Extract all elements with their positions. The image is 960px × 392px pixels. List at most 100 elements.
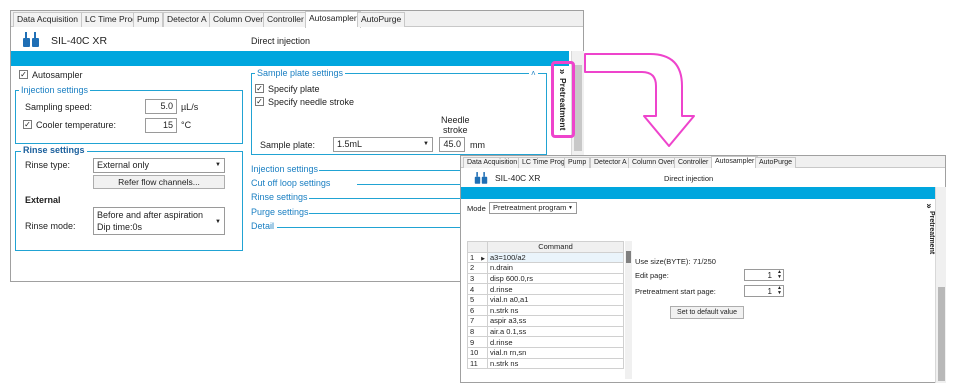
command-cell[interactable]: n.drain xyxy=(487,262,624,274)
section-cut-off-loop-settings[interactable]: Cut off loop settings xyxy=(251,178,330,188)
tab-controller[interactable]: Controller xyxy=(263,12,308,27)
tab-controller[interactable]: Controller xyxy=(674,157,713,168)
row-number: 6 xyxy=(467,304,488,317)
table-row[interactable]: 9 d.rinse xyxy=(467,336,624,348)
command-cell[interactable]: aspir a3,ss xyxy=(487,315,624,327)
cooler-temperature-input[interactable]: 15 xyxy=(145,118,177,133)
mode-field-label: Mode xyxy=(467,204,486,213)
table-row[interactable]: 1 ▶ a3=100/a2 xyxy=(467,251,624,264)
table-row[interactable]: 8 air.a 0.1,ss xyxy=(467,325,624,338)
command-cell[interactable]: d.rinse xyxy=(487,283,624,295)
tab-lc-time-prog[interactable]: LC Time Prog. xyxy=(518,157,571,168)
row-header-corner xyxy=(467,241,488,253)
tab-autopurge[interactable]: AutoPurge xyxy=(755,157,797,168)
command-rows: 1 ▶ a3=100/a2 2 n.drain 3 disp 600.0,rs 4 d.rins… xyxy=(467,251,624,370)
table-row[interactable]: 6 n.strk ns xyxy=(467,304,624,317)
chevron-down-icon: ▼ xyxy=(568,205,573,211)
needle-stroke-input[interactable]: 45.0 xyxy=(439,137,465,152)
tab-data-acquisition[interactable]: Data Acquisition xyxy=(463,157,522,168)
tab-detector-a[interactable]: Detector A xyxy=(590,157,631,168)
scroll-thumb[interactable] xyxy=(626,251,631,263)
tab-column-oven[interactable]: Column Oven xyxy=(209,12,269,27)
device-name: SIL-40C XR xyxy=(495,173,541,183)
table-scrollbar[interactable] xyxy=(625,241,632,379)
table-row[interactable]: 3 disp 600.0,rs xyxy=(467,272,624,285)
mode-select-value: Pretreatment program xyxy=(493,203,567,212)
specify-needle-stroke-label: Specify needle stroke xyxy=(268,97,355,107)
command-cell[interactable]: a3=100/a2 xyxy=(487,251,624,264)
table-row[interactable]: 11 n.strk ns xyxy=(467,357,624,370)
specify-needle-stroke-checkbox[interactable]: ✓ xyxy=(255,97,264,106)
sample-plate-collapse-icon[interactable]: ˄ xyxy=(529,69,538,78)
section-injection-settings[interactable]: Injection settings xyxy=(251,164,318,174)
tab-data-acquisition[interactable]: Data Acquisition xyxy=(13,12,82,27)
table-row[interactable]: 10 vial.n rn,sn xyxy=(467,346,624,359)
sample-plate-value: 1.5mL xyxy=(337,139,363,149)
command-cell[interactable]: n.strk ns xyxy=(487,304,624,317)
edit-page-stepper[interactable]: 1 ▲ ▼ xyxy=(744,269,784,281)
command-cell[interactable]: d.rinse xyxy=(487,336,624,348)
tab-detector-a[interactable]: Detector A xyxy=(163,12,211,27)
autosampler-checkbox[interactable]: ✓ xyxy=(19,70,28,79)
command-cell[interactable]: disp 600.0,rs xyxy=(487,272,624,285)
tab-column-oven[interactable]: Column Oven xyxy=(628,157,679,168)
needle-stroke-unit: mm xyxy=(470,140,485,150)
mode-label: Direct injection xyxy=(251,36,311,46)
accent-bar xyxy=(461,187,935,199)
needle-stroke-heading-line-1: Needle xyxy=(441,115,470,125)
rinse-mode-line-1: Before and after aspiration xyxy=(97,210,204,220)
row-number: 2 xyxy=(467,262,488,274)
spin-arrows-icon[interactable]: ▲ ▼ xyxy=(777,270,782,280)
command-column-header: Command xyxy=(487,241,624,253)
right-window: Data Acquisition LC Time Prog. Pump Dete… xyxy=(460,155,946,383)
table-row[interactable]: 5 vial.n a0,a1 xyxy=(467,293,624,306)
row-number: 10 xyxy=(467,346,488,359)
section-label: Rinse settings xyxy=(251,192,308,202)
row-number: 9 xyxy=(467,336,488,348)
external-label: External xyxy=(25,195,61,205)
left-tab-bar: Data Acquisition LC Time Prog. Pump Dete… xyxy=(11,11,583,28)
row-number: 4 xyxy=(467,283,488,295)
tab-pump[interactable]: Pump xyxy=(133,12,164,27)
set-default-button[interactable]: Set to default value xyxy=(670,306,744,319)
start-page-stepper[interactable]: 1 ▲ ▼ xyxy=(744,285,784,297)
start-page-label: Pretreatment start page: xyxy=(635,287,716,296)
sample-plate-settings-title[interactable]: Sample plate settings xyxy=(255,68,346,78)
sample-plate-select[interactable]: 1.5mL ▼ xyxy=(333,137,433,152)
tab-autosampler[interactable]: Autosampler xyxy=(305,11,361,28)
pretreatment-label: Pretreatment xyxy=(928,211,935,255)
sampling-speed-label: Sampling speed: xyxy=(25,102,93,112)
command-table: Command 1 ▶ a3=100/a2 2 n.drain 3 disp 600.0,r… xyxy=(467,241,632,379)
mode-select[interactable]: Pretreatment program ▼ xyxy=(489,202,577,214)
tab-pump[interactable]: Pump xyxy=(564,157,591,168)
injection-settings-group xyxy=(15,90,243,144)
scroll-thumb[interactable] xyxy=(938,287,945,381)
row-number: 1 ▶ xyxy=(467,251,488,264)
rinse-settings-title[interactable]: Rinse settings xyxy=(21,145,87,155)
cooler-temperature-checkbox[interactable]: ✓ xyxy=(23,120,32,129)
device-name: SIL-40C XR xyxy=(51,35,108,47)
command-cell[interactable]: vial.n rn,sn xyxy=(487,346,624,359)
rinse-type-select[interactable]: External only ▼ xyxy=(93,158,225,173)
command-cell[interactable]: vial.n a0,a1 xyxy=(487,293,624,306)
specify-plate-checkbox[interactable]: ✓ xyxy=(255,84,264,93)
rinse-mode-select[interactable]: Before and after aspiration Dip time:0s … xyxy=(93,207,225,235)
tab-autosampler[interactable]: Autosampler xyxy=(711,156,759,168)
refer-flow-channels-button[interactable]: Refer flow channels... xyxy=(93,175,225,189)
section-purge-settings[interactable]: Purge settings xyxy=(251,207,309,217)
table-row[interactable]: 7 aspir a3,ss xyxy=(467,315,624,327)
spin-arrows-icon[interactable]: ▲ ▼ xyxy=(777,286,782,296)
command-cell[interactable]: n.strk ns xyxy=(487,357,624,370)
autosampler-icon xyxy=(23,32,39,47)
sampling-speed-input[interactable]: 5.0 xyxy=(145,99,177,114)
use-size-value: 71/250 xyxy=(693,257,716,266)
injection-settings-title[interactable]: Injection settings xyxy=(19,85,91,95)
section-rinse-settings[interactable]: Rinse settings xyxy=(251,192,308,202)
section-label: Injection settings xyxy=(251,164,319,174)
vertical-scrollbar[interactable] xyxy=(935,187,946,383)
table-row[interactable]: 2 n.drain xyxy=(467,262,624,274)
command-cell[interactable]: air.a 0.1,ss xyxy=(487,325,624,338)
tab-autopurge[interactable]: AutoPurge xyxy=(357,12,406,27)
section-detail[interactable]: Detail xyxy=(251,221,274,231)
table-row[interactable]: 4 d.rinse xyxy=(467,283,624,295)
